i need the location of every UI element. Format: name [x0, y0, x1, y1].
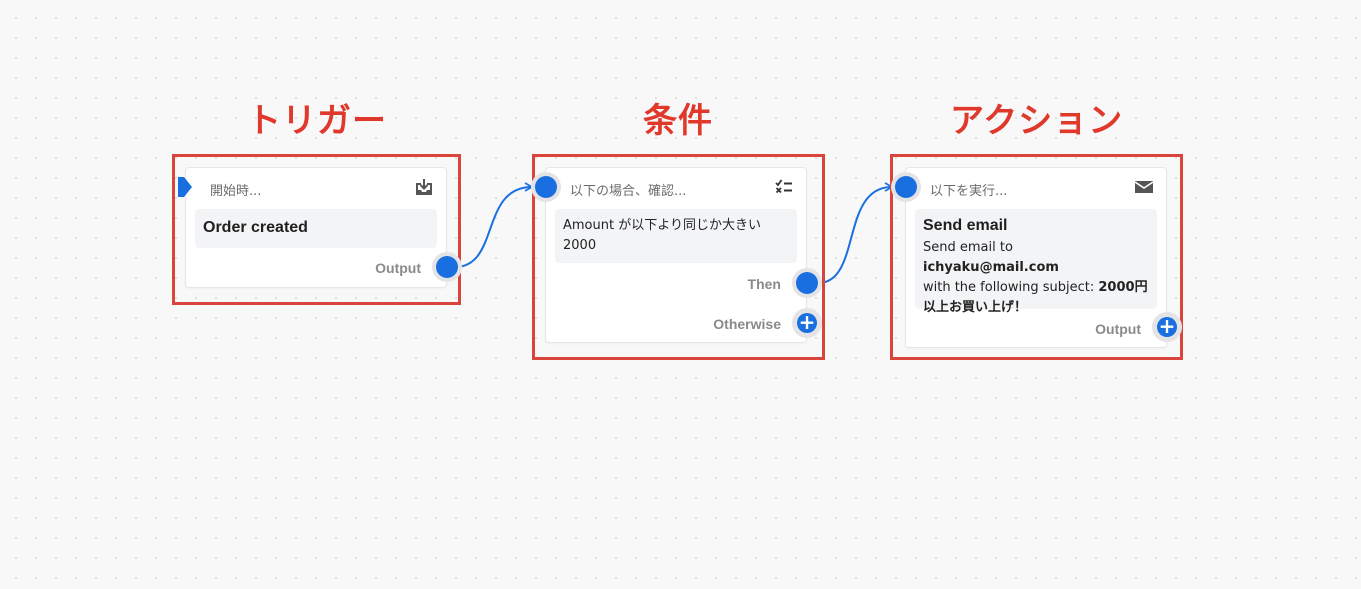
checklist-icon: [774, 177, 794, 197]
condition-then-label: Then: [747, 276, 781, 292]
condition-then-port[interactable]: [792, 268, 822, 298]
connection-condition-to-action: [817, 182, 894, 284]
trigger-title: Order created: [203, 219, 308, 236]
trigger-output-label: Output: [375, 260, 421, 276]
trigger-node-header: 開始時...: [210, 184, 262, 199]
action-email: ichyaku@mail.com: [923, 260, 1059, 275]
action-node-header: 以下を実行...: [930, 184, 1008, 199]
plus-icon: +: [1157, 314, 1177, 338]
download-tray-icon: [414, 177, 434, 197]
plus-icon: +: [797, 310, 817, 334]
action-output-label: Output: [1095, 321, 1141, 337]
connection-trigger-to-condition: [454, 182, 534, 268]
trigger-node[interactable]: 開始時... Order created Output: [185, 167, 447, 288]
envelope-icon: [1134, 177, 1154, 197]
action-node-body: Send email Send email to ichyaku@mail.co…: [915, 209, 1157, 315]
action-subject-part1: 2000円: [1098, 280, 1148, 295]
condition-node-header: 以下の場合、確認...: [570, 184, 687, 199]
action-node[interactable]: 以下を実行... Send email Send email to ichyak…: [905, 167, 1167, 348]
action-text-middle: with the following subject:: [923, 280, 1099, 295]
condition-node[interactable]: 以下の場合、確認... Amount が以下より同じか大きい 2000 Then…: [545, 167, 807, 343]
action-output-add-button[interactable]: +: [1152, 312, 1182, 342]
trigger-output-port[interactable]: [432, 252, 462, 282]
condition-otherwise-add-button[interactable]: +: [792, 308, 822, 338]
condition-text-line1: Amount が以下より同じか大きい: [563, 218, 761, 233]
action-input-port[interactable]: [891, 172, 921, 202]
trigger-start-marker: [178, 177, 192, 197]
section-title-action: アクション: [950, 101, 1124, 141]
action-title: Send email: [923, 217, 1008, 234]
condition-node-body: Amount が以下より同じか大きい 2000: [555, 209, 797, 263]
action-subject-part2: 以上お買い上げ！: [923, 300, 1028, 315]
condition-text-line2: 2000: [563, 238, 597, 253]
condition-input-port[interactable]: [531, 172, 561, 202]
trigger-node-body: Order created: [195, 209, 437, 248]
section-title-condition: 条件: [643, 101, 713, 141]
condition-otherwise-label: Otherwise: [713, 316, 781, 332]
action-description: Send email to ichyaku@mail.com with the …: [923, 238, 1149, 318]
action-text-prefix: Send email to: [923, 240, 1013, 255]
section-title-trigger: トリガー: [247, 101, 387, 141]
